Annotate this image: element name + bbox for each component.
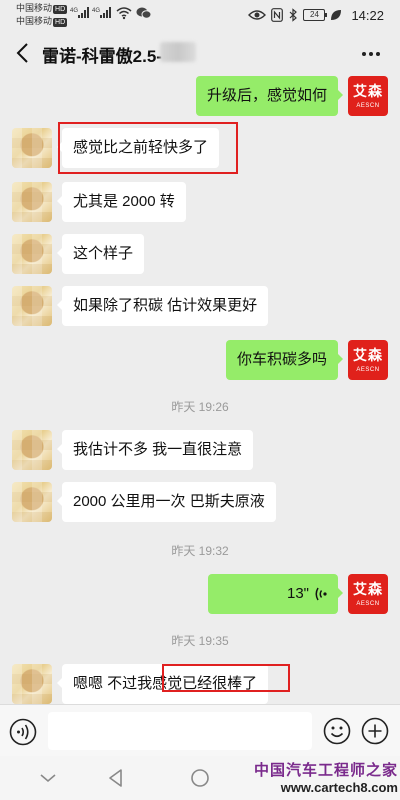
contact-avatar[interactable]: [12, 128, 52, 168]
message-list[interactable]: 升级后，感觉如何 艾森 AESCN 感觉比之前轻快多了 尤其是 2000 转 这个…: [0, 76, 400, 704]
contact-avatar[interactable]: [12, 182, 52, 222]
back-arrow-icon[interactable]: [10, 39, 36, 67]
voice-wave-icon: [315, 587, 327, 601]
wechat-notify-icon: [136, 7, 152, 19]
more-options-icon[interactable]: [360, 45, 382, 61]
emoji-icon[interactable]: [322, 716, 352, 746]
watermark: 中国汽车工程师之家 www.cartech8.com: [253, 761, 398, 795]
status-bar: 中国移动 HD 中国移动 HD 4G 4G 24 14:22: [0, 0, 400, 30]
contact-avatar[interactable]: [12, 430, 52, 470]
contact-avatar[interactable]: [12, 286, 52, 326]
nfc-icon: [271, 8, 284, 22]
message-input[interactable]: [48, 712, 312, 750]
plus-icon[interactable]: [360, 716, 390, 746]
contact-avatar[interactable]: [12, 482, 52, 522]
message-bubble-incoming[interactable]: 如果除了积碳 估计效果更好: [56, 286, 269, 326]
message-bubble-incoming[interactable]: 我估计不多 我一直很注意: [56, 430, 254, 470]
contact-avatar[interactable]: [12, 664, 52, 704]
my-avatar[interactable]: 艾森 AESCN: [348, 340, 388, 380]
bluetooth-icon: [290, 8, 298, 22]
voice-input-icon[interactable]: [8, 717, 38, 747]
nav-home-icon[interactable]: [188, 766, 212, 790]
my-avatar[interactable]: 艾森 AESCN: [348, 574, 388, 614]
carrier-1: 中国移动 HD: [16, 3, 68, 14]
battery-indicator: 24: [303, 9, 328, 21]
nav-back-icon[interactable]: [104, 766, 128, 790]
message-bubble-incoming[interactable]: 尤其是 2000 转: [57, 182, 186, 222]
message-bubble-outgoing[interactable]: 你车积碳多吗: [225, 340, 344, 380]
my-avatar[interactable]: 艾森 AESCN: [348, 76, 388, 116]
message-bubble-incoming[interactable]: 感觉比之前轻快多了: [56, 128, 220, 168]
contact-avatar[interactable]: [12, 234, 52, 274]
timestamp: 昨天 19:35: [171, 634, 229, 648]
signal-icon-2: 4G: [92, 7, 111, 18]
eye-icon: [248, 10, 267, 20]
timestamp: 昨天 19:32: [171, 544, 229, 558]
voice-duration: 13": [286, 585, 309, 602]
wifi-icon: [116, 7, 132, 20]
message-bubble-incoming[interactable]: 这个样子: [56, 234, 145, 274]
title-mosaic: [160, 42, 196, 62]
input-bar: [0, 704, 400, 756]
voice-message-bubble[interactable]: 13": [208, 574, 343, 614]
svg-text:4G: 4G: [70, 8, 78, 14]
message-bubble-outgoing[interactable]: 升级后，感觉如何: [195, 76, 344, 116]
svg-text:4G: 4G: [92, 8, 100, 14]
carrier-2: 中国移动 HD: [16, 16, 68, 27]
timestamp: 昨天 19:26: [171, 400, 229, 414]
message-bubble-incoming[interactable]: 嗯嗯 不过我感觉已经很棒了: [56, 664, 269, 704]
clock: 14:22: [351, 7, 384, 23]
leaf-icon: [331, 10, 342, 20]
message-bubble-incoming[interactable]: 2000 公里用一次 巴斯夫原液: [57, 482, 276, 522]
chat-title: 雷诺-科雷傲2.5-: [42, 47, 162, 66]
chat-header: 雷诺-科雷傲2.5-: [0, 30, 400, 76]
system-nav-bar: 中国汽车工程师之家 www.cartech8.com: [0, 756, 400, 800]
nav-collapse-icon[interactable]: [36, 766, 60, 790]
